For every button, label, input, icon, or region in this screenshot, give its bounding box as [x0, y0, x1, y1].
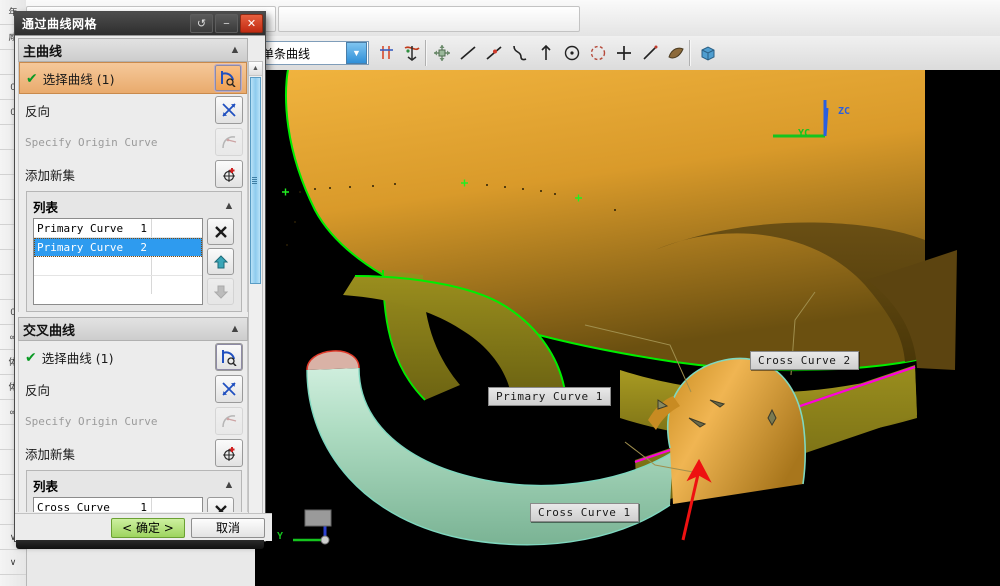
row-label: 添加新集	[25, 165, 215, 184]
toolbar-chunk	[278, 6, 580, 32]
toolbar-separator	[425, 40, 426, 66]
toolbar-separator	[689, 40, 690, 66]
list-box-primary: 列表 ▲ Primary Curve1 Primary Curve2	[26, 191, 242, 312]
label-primary-curve-1[interactable]: Primary Curve 1	[488, 387, 611, 406]
reverse-direction-icon[interactable]	[215, 375, 243, 403]
row-label: 选择曲线 (1)	[42, 348, 215, 367]
dialog-drop-shadow	[16, 540, 264, 549]
ok-button[interactable]: < 确定 >	[111, 518, 185, 538]
curve-select-icon[interactable]	[214, 64, 242, 92]
label-cross-curve-1[interactable]: Cross Curve 1	[530, 503, 639, 522]
curve-on-surface-icon[interactable]	[399, 40, 425, 66]
section-body-primary-curves: ✔ 选择曲线 (1) 反向 Specify Origin Curve	[18, 62, 248, 312]
row-label: 添加新集	[25, 444, 215, 463]
list-title: 列表	[33, 197, 221, 216]
row-select-curve-primary[interactable]: ✔ 选择曲线 (1)	[19, 62, 247, 94]
line-diagonal-icon[interactable]	[637, 40, 663, 66]
label-cross-curve-2[interactable]: Cross Curve 2	[750, 351, 859, 370]
row-label: Specify Origin Curve	[25, 415, 215, 428]
scrollbar-grip	[252, 177, 257, 185]
section-header-cross-curves[interactable]: 交叉曲线 ▲	[18, 317, 248, 341]
section-title: 交叉曲线	[23, 320, 227, 339]
dialog-scroll-area: 主曲线 ▲ ✔ 选择曲线 (1) 反向	[18, 38, 248, 512]
add-new-set-icon[interactable]	[215, 439, 243, 467]
row-add-new-set-primary[interactable]: 添加新集	[19, 158, 247, 190]
spline-icon[interactable]	[507, 40, 533, 66]
row-label: 反向	[25, 101, 215, 120]
wcs-label-yc: YC	[798, 128, 810, 139]
list-header-cross[interactable]: 列表 ▲	[33, 476, 237, 494]
minimize-button[interactable]: −	[215, 14, 238, 33]
dialog-title-bar[interactable]: 通过曲线网格 ↺ − ✕	[15, 12, 265, 35]
corner-triad-label-y: Y	[277, 531, 283, 542]
circle-icon[interactable]	[559, 40, 585, 66]
list-item[interactable]: Primary Curve1	[34, 219, 202, 238]
chevron-up-icon[interactable]: ▲	[221, 479, 237, 491]
row-reverse-direction-primary[interactable]: 反向	[19, 94, 247, 126]
section-header-primary-curves[interactable]: 主曲线 ▲	[18, 38, 248, 62]
curve-type-combo[interactable]: 单条曲线 ▼	[259, 41, 369, 65]
background-list-cell: ∨	[0, 550, 26, 575]
through-curve-mesh-dialog[interactable]: 通过曲线网格 ↺ − ✕ 主曲线 ▲ ✔ 选择曲线 (1) 反向	[14, 11, 266, 542]
dialog-title-text: 通过曲线网格	[22, 15, 188, 32]
line-icon[interactable]	[455, 40, 481, 66]
row-specify-origin-curve-primary: Specify Origin Curve	[19, 126, 247, 158]
list-item[interactable]	[34, 276, 202, 294]
arc-icon[interactable]	[533, 40, 559, 66]
row-reverse-direction-cross[interactable]: 反向	[19, 373, 247, 405]
graphics-viewport[interactable]: Cross Curve 2 Primary Curve 1 Cross Curv…	[255, 70, 1000, 586]
check-icon: ✔	[26, 70, 38, 87]
remove-item-button[interactable]	[207, 218, 234, 245]
intersection-point-icon[interactable]	[375, 40, 401, 66]
row-label: 反向	[25, 380, 215, 399]
chevron-down-icon[interactable]: ▼	[346, 42, 367, 64]
reverse-direction-icon[interactable]	[215, 96, 243, 124]
row-add-new-set-cross[interactable]: 添加新集	[19, 437, 247, 469]
curve-select-icon[interactable]	[215, 343, 243, 371]
section-body-cross-curves: ✔ 选择曲线 (1) 反向 Specify Origin Curve	[18, 341, 248, 512]
list-item[interactable]: Primary Curve2	[34, 238, 202, 257]
row-specify-origin-curve-cross: Specify Origin Curve	[19, 405, 247, 437]
row-select-curve-cross[interactable]: ✔ 选择曲线 (1)	[19, 341, 247, 373]
scrollbar-thumb[interactable]	[250, 77, 261, 284]
origin-curve-icon	[215, 407, 243, 435]
list-title: 列表	[33, 476, 221, 495]
move-object-icon[interactable]	[429, 40, 455, 66]
reset-button[interactable]: ↺	[190, 14, 213, 33]
curve-toolbar: 单条曲线 ▼	[255, 36, 1000, 71]
dialog-scrollbar[interactable]: ▲ ▼	[248, 61, 263, 515]
box-solid-icon[interactable]	[695, 40, 721, 66]
add-new-set-icon[interactable]	[215, 160, 243, 188]
cancel-button[interactable]: 取消	[191, 518, 265, 538]
move-up-button[interactable]	[207, 248, 234, 275]
dialog-body: 主曲线 ▲ ✔ 选择曲线 (1) 反向	[15, 35, 265, 515]
curve-type-combo-value: 单条曲线	[260, 45, 346, 62]
origin-curve-icon	[215, 128, 243, 156]
chevron-up-icon[interactable]: ▲	[227, 323, 243, 335]
move-down-button	[207, 278, 234, 305]
dialog-footer: < 确定 > 取消	[15, 513, 272, 541]
chevron-up-icon[interactable]: ▲	[221, 200, 237, 212]
close-button[interactable]: ✕	[240, 14, 263, 33]
line-point-icon[interactable]	[481, 40, 507, 66]
row-label: 选择曲线 (1)	[43, 69, 214, 88]
wcs-label-zc: ZC	[838, 106, 850, 117]
row-label: Specify Origin Curve	[25, 136, 215, 149]
remove-item-button[interactable]	[207, 497, 234, 512]
list-grid-primary[interactable]: Primary Curve1 Primary Curve2	[33, 218, 203, 305]
surface-icon[interactable]	[663, 40, 689, 66]
list-grid-cross[interactable]: Cross Curve1 Cross Curve2	[33, 497, 203, 512]
chevron-up-icon[interactable]: ▲	[227, 44, 243, 56]
section-title: 主曲线	[23, 41, 227, 60]
point-icon[interactable]	[611, 40, 637, 66]
triangle-up-icon[interactable]: ▲	[249, 62, 262, 76]
circle-dashed-icon[interactable]	[585, 40, 611, 66]
list-header-primary[interactable]: 列表 ▲	[33, 197, 237, 215]
list-box-cross: 列表 ▲ Cross Curve1 Cross Curve2	[26, 470, 242, 512]
list-item[interactable]	[34, 257, 202, 276]
list-item[interactable]: Cross Curve1	[34, 498, 202, 512]
check-icon: ✔	[25, 349, 37, 366]
